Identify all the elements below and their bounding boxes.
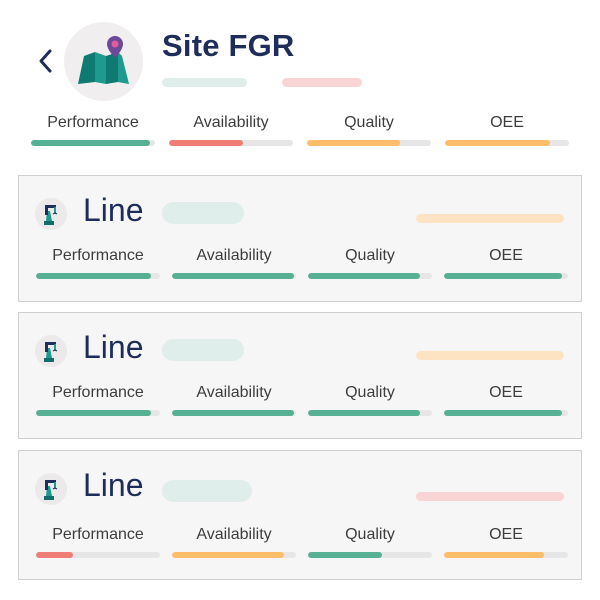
metric-progress-fill — [36, 410, 152, 416]
metric-progress-bar — [169, 140, 293, 146]
metric-progress-bar — [445, 140, 569, 146]
metric-progress-fill — [444, 273, 562, 279]
line-tag-pill — [162, 202, 244, 224]
metric-progress-fill — [172, 410, 294, 416]
metric-label: Quality — [345, 526, 395, 543]
line-card[interactable]: Line Performance Availability Quality OEE — [18, 450, 582, 580]
metric-progress-bar — [36, 273, 160, 279]
metric-progress-fill — [445, 140, 551, 146]
metric-progress-bar — [307, 140, 431, 146]
metric-label: Performance — [52, 526, 144, 543]
metric-progress-fill — [307, 140, 400, 146]
metric-performance: Performance — [31, 114, 155, 146]
line-avatar — [35, 473, 67, 505]
metric-label: OEE — [489, 526, 523, 543]
line-title: Line — [83, 329, 144, 365]
line-status-pill — [416, 214, 564, 223]
metric-progress-bar — [172, 552, 296, 558]
metric-progress-bar — [172, 410, 296, 416]
metric-progress-bar — [172, 273, 296, 279]
metric-label: OEE — [489, 247, 523, 264]
metric-progress-fill — [308, 410, 420, 416]
metric-availability: Availability — [172, 247, 296, 279]
metric-progress-fill — [444, 552, 545, 558]
metric-progress-fill — [31, 140, 151, 146]
line-status-pill — [416, 492, 564, 501]
metric-progress-fill — [172, 552, 284, 558]
metric-performance: Performance — [36, 247, 160, 279]
line-title: Line — [83, 467, 144, 503]
metric-progress-fill — [36, 273, 152, 279]
metric-progress-fill — [444, 410, 562, 416]
line-tag-pill — [162, 339, 244, 361]
line-title: Line — [83, 192, 144, 228]
metric-quality: Quality — [308, 384, 432, 416]
site-avatar — [64, 22, 143, 101]
line-avatar — [35, 198, 67, 230]
metric-label: Quality — [344, 114, 394, 131]
metric-oee: OEE — [444, 247, 568, 279]
site-status-pill — [162, 78, 247, 87]
metric-progress-fill — [169, 140, 244, 146]
robot-arm-icon — [44, 342, 58, 362]
robot-arm-icon — [44, 205, 58, 225]
metric-progress-bar — [444, 410, 568, 416]
metric-oee: OEE — [445, 114, 569, 146]
metric-progress-bar — [31, 140, 155, 146]
metric-progress-bar — [308, 410, 432, 416]
metric-progress-bar — [36, 552, 160, 558]
metric-label: Quality — [345, 384, 395, 401]
robot-arm-icon — [44, 480, 58, 500]
metric-performance: Performance — [36, 526, 160, 558]
metric-oee: OEE — [444, 384, 568, 416]
line-status-pill — [416, 351, 564, 360]
metric-label: Availability — [193, 114, 269, 131]
metric-label: Availability — [196, 384, 272, 401]
metric-availability: Availability — [172, 526, 296, 558]
metric-progress-fill — [308, 273, 420, 279]
metric-progress-bar — [308, 273, 432, 279]
metric-progress-fill — [308, 552, 383, 558]
metric-quality: Quality — [307, 114, 431, 146]
metric-progress-fill — [36, 552, 74, 558]
line-card[interactable]: Line Performance Availability Quality OEE — [18, 175, 582, 302]
metric-quality: Quality — [308, 247, 432, 279]
metric-progress-bar — [444, 273, 568, 279]
chevron-left-icon — [39, 49, 52, 73]
metric-performance: Performance — [36, 384, 160, 416]
metric-label: Availability — [196, 526, 272, 543]
metric-label: Quality — [345, 247, 395, 264]
metric-label: Performance — [52, 384, 144, 401]
metric-progress-bar — [444, 552, 568, 558]
metric-availability: Availability — [172, 384, 296, 416]
metric-label: Performance — [47, 114, 139, 131]
metric-oee: OEE — [444, 526, 568, 558]
metric-availability: Availability — [169, 114, 293, 146]
line-tag-pill — [162, 480, 252, 502]
metric-progress-bar — [308, 552, 432, 558]
metric-label: OEE — [490, 114, 524, 131]
line-card[interactable]: Line Performance Availability Quality OEE — [18, 312, 582, 439]
site-status-pill — [282, 78, 362, 87]
back-button[interactable] — [36, 48, 56, 74]
metric-progress-bar — [36, 410, 160, 416]
metric-label: Availability — [196, 247, 272, 264]
line-avatar — [35, 335, 67, 367]
metric-label: OEE — [489, 384, 523, 401]
metric-label: Performance — [52, 247, 144, 264]
metric-quality: Quality — [308, 526, 432, 558]
metric-progress-fill — [172, 273, 294, 279]
map-pin-icon — [78, 36, 129, 84]
page-title: Site FGR — [162, 28, 295, 63]
